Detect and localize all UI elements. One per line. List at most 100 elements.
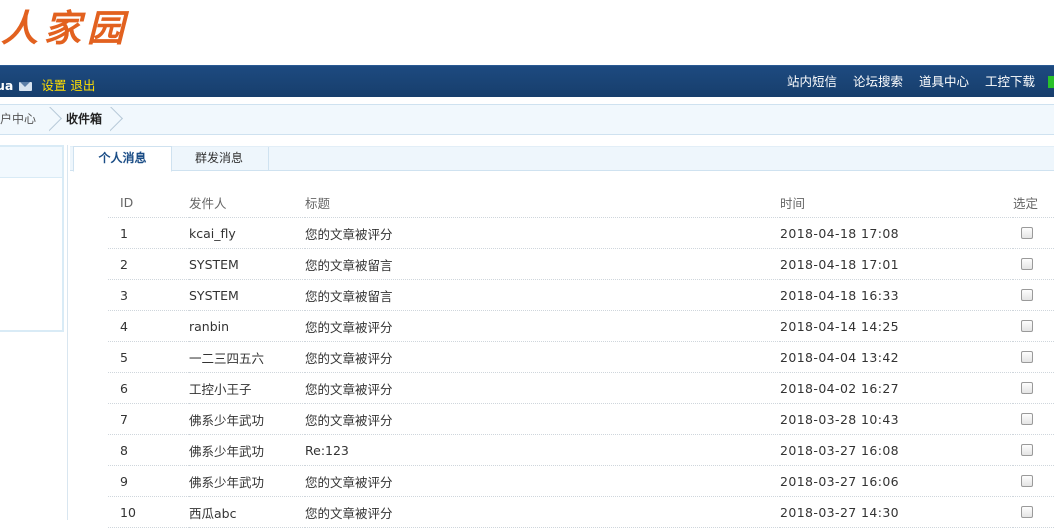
table-row[interactable]: 8 佛系少年武功 Re:123 2018-03-27 16:08 (108, 434, 1054, 466)
row-select-checkbox[interactable] (1021, 412, 1033, 425)
table-row[interactable]: 5 一二三四五六 您的文章被评分 2018-04-04 13:42 (108, 341, 1054, 373)
row-time: 2018-03-28 10:43 (780, 403, 1013, 435)
header-sender: 发件人 (189, 187, 305, 218)
row-title[interactable]: 您的文章被评分 (305, 403, 780, 435)
header-title: 标题 (305, 187, 780, 218)
breadcrumb-separator (49, 107, 63, 132)
mail-icon[interactable] (19, 82, 33, 91)
row-id: 5 (108, 341, 189, 373)
row-sender: 一二三四五六 (189, 341, 305, 373)
row-title[interactable]: 您的文章被评分 (305, 310, 780, 342)
table-row[interactable]: 6 工控小王子 您的文章被评分 2018-04-02 16:27 (108, 372, 1054, 404)
row-select-checkbox[interactable] (1021, 319, 1033, 332)
row-sender: 佛系少年武功 (189, 465, 305, 497)
row-select-checkbox[interactable] (1021, 443, 1033, 456)
table-row[interactable]: 10 西瓜abc 您的文章被评分 2018-03-27 14:30 (108, 496, 1054, 528)
header-time: 时间 (780, 187, 1013, 218)
nav-overflow-marker (1048, 76, 1054, 88)
row-time: 2018-04-14 14:25 (780, 310, 1013, 342)
table-row[interactable]: 4 ranbin 您的文章被评分 2018-04-14 14:25 (108, 310, 1054, 342)
table-header-row: ID 发件人 标题 时间 选定 (108, 187, 1054, 218)
row-select-cell (1013, 279, 1054, 311)
row-title[interactable]: 您的文章被评分 (305, 217, 780, 249)
nav-downloads[interactable]: 工控下载 (985, 74, 1035, 89)
row-time: 2018-03-27 16:06 (780, 465, 1013, 497)
row-select-checkbox[interactable] (1021, 474, 1033, 487)
row-select-cell (1013, 496, 1054, 528)
table-row[interactable]: 3 SYSTEM 您的文章被留言 2018-04-18 16:33 (108, 279, 1054, 311)
row-title[interactable]: Re:123 (305, 434, 780, 466)
table-row[interactable]: 2 SYSTEM 您的文章被留言 2018-04-18 17:01 (108, 248, 1054, 280)
row-select-checkbox[interactable] (1021, 288, 1033, 301)
row-select-checkbox[interactable] (1021, 257, 1033, 270)
row-sender: 佛系少年武功 (189, 434, 305, 466)
side-menu-panel (0, 145, 64, 332)
row-select-checkbox[interactable] (1021, 381, 1033, 394)
row-sender: kcai_fly (189, 217, 305, 249)
table-row[interactable]: 1 kcai_fly 您的文章被评分 2018-04-18 17:08 (108, 217, 1054, 249)
row-select-cell (1013, 372, 1054, 404)
row-select-cell (1013, 217, 1054, 249)
row-select-checkbox[interactable] (1021, 226, 1033, 239)
row-id: 10 (108, 496, 189, 528)
row-time: 2018-04-18 16:33 (780, 279, 1013, 311)
nav-props[interactable]: 道具中心 (919, 74, 969, 89)
row-select-checkbox[interactable] (1021, 505, 1033, 518)
row-time: 2018-04-18 17:08 (780, 217, 1013, 249)
side-menu-active-item[interactable] (0, 147, 62, 178)
row-id: 1 (108, 217, 189, 249)
nav-search[interactable]: 论坛搜索 (853, 74, 903, 89)
row-select-cell (1013, 341, 1054, 373)
top-nav-links: 站内短信 论坛搜索 道具中心 工控下载 (775, 66, 1054, 97)
settings-link[interactable]: 设置 (41, 78, 66, 93)
row-sender: ranbin (189, 310, 305, 342)
row-time: 2018-03-27 16:08 (780, 434, 1013, 466)
logout-link[interactable]: 退出 (70, 78, 95, 93)
user-area: ua 设置 退出 (0, 66, 95, 97)
row-select-cell (1013, 310, 1054, 342)
breadcrumb-separator (110, 107, 124, 132)
row-select-cell (1013, 465, 1054, 497)
inbox-table: ID 发件人 标题 时间 选定 1 kcai_fly 您的文章被评分 2018-04-… (108, 187, 1054, 528)
row-time: 2018-04-04 13:42 (780, 341, 1013, 373)
tab-group-messages[interactable]: 群发消息 (170, 147, 269, 170)
row-sender: SYSTEM (189, 248, 305, 280)
row-id: 9 (108, 465, 189, 497)
username[interactable]: ua (0, 78, 13, 93)
row-time: 2018-04-18 17:01 (780, 248, 1013, 280)
row-id: 4 (108, 310, 189, 342)
content-divider (67, 145, 68, 520)
message-tabs: 个人消息 群发消息 (70, 146, 1054, 172)
row-id: 6 (108, 372, 189, 404)
row-sender: SYSTEM (189, 279, 305, 311)
breadcrumb: 用户中心 收件箱 (0, 104, 1054, 135)
tab-personal-messages[interactable]: 个人消息 (73, 146, 172, 172)
table-row[interactable]: 9 佛系少年武功 您的文章被评分 2018-03-27 16:06 (108, 465, 1054, 497)
breadcrumb-inbox: 收件箱 (66, 112, 103, 126)
row-title[interactable]: 您的文章被评分 (305, 465, 780, 497)
row-time: 2018-04-02 16:27 (780, 372, 1013, 404)
header-id: ID (108, 187, 189, 218)
header-select: 选定 (1013, 187, 1054, 218)
row-sender: 工控小王子 (189, 372, 305, 404)
row-id: 8 (108, 434, 189, 466)
row-id: 3 (108, 279, 189, 311)
site-logo[interactable]: 工人家园 (0, 0, 130, 60)
row-title[interactable]: 您的文章被评分 (305, 341, 780, 373)
row-title[interactable]: 您的文章被评分 (305, 372, 780, 404)
row-select-cell (1013, 403, 1054, 435)
nav-messages[interactable]: 站内短信 (787, 74, 837, 89)
row-select-cell (1013, 434, 1054, 466)
row-title[interactable]: 您的文章被留言 (305, 279, 780, 311)
row-select-checkbox[interactable] (1021, 350, 1033, 363)
row-id: 2 (108, 248, 189, 280)
table-row[interactable]: 7 佛系少年武功 您的文章被评分 2018-03-28 10:43 (108, 403, 1054, 435)
row-title[interactable]: 您的文章被评分 (305, 496, 780, 528)
row-id: 7 (108, 403, 189, 435)
row-title[interactable]: 您的文章被留言 (305, 248, 780, 280)
top-nav-bar: ua 设置 退出 站内短信 论坛搜索 道具中心 工控下载 (0, 65, 1054, 97)
row-time: 2018-03-27 14:30 (780, 496, 1013, 528)
row-sender: 西瓜abc (189, 496, 305, 528)
breadcrumb-user-center[interactable]: 用户中心 (0, 105, 36, 134)
row-select-cell (1013, 248, 1054, 280)
